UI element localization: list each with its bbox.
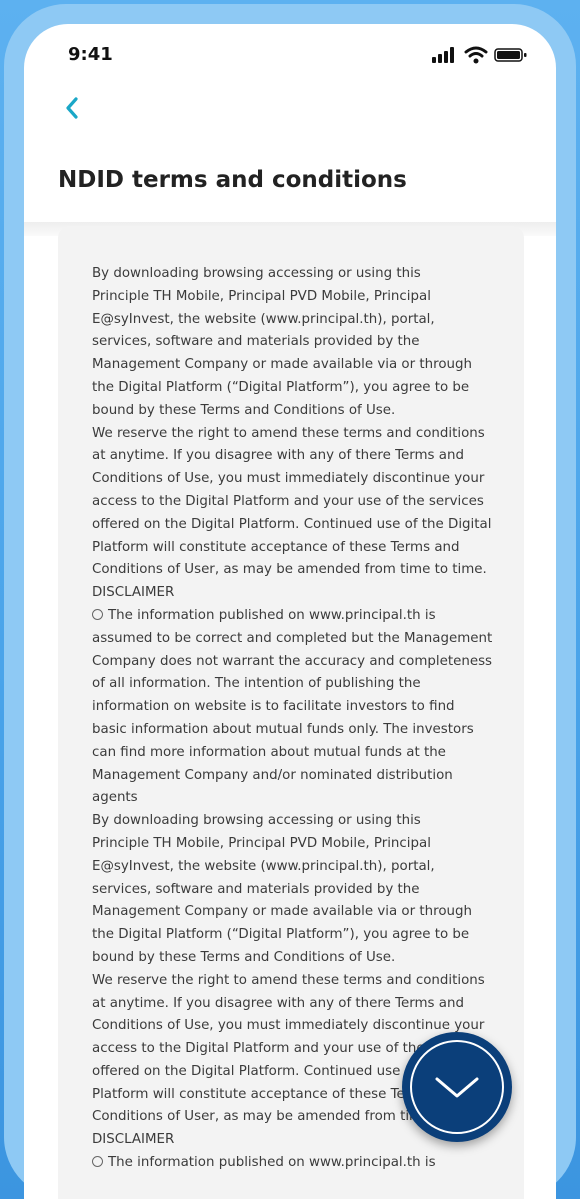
terms-line-text: access to the Digital Platform and your …: [92, 493, 484, 509]
terms-line-text: Conditions of Use, you must immediately …: [92, 471, 485, 487]
terms-line: Principle TH Mobile, Principal PVD Mobil…: [92, 286, 512, 309]
scroll-down-button[interactable]: [402, 1032, 512, 1142]
terms-line-text: information on website is to facilitate …: [92, 699, 455, 715]
terms-line-text: Management Company or made available via…: [92, 904, 472, 920]
terms-line-text: services, software and materials provide…: [92, 881, 420, 897]
status-icons: [432, 46, 528, 64]
battery-icon: [494, 48, 527, 62]
terms-line: bound by these Terms and Conditions of U…: [92, 947, 512, 970]
terms-line-text: offered on the Digital Platform. Continu…: [92, 516, 492, 532]
chevron-down-icon: [435, 1077, 479, 1098]
terms-line-text: Management Company or made available via…: [92, 357, 472, 373]
terms-line-text: the Digital Platform (“Digital Platform”…: [92, 379, 470, 395]
terms-line-text: Principle TH Mobile, Principal PVD Mobil…: [92, 835, 431, 851]
terms-line-text: DISCLAIMER: [92, 585, 175, 601]
terms-line: Company does not warrant the accuracy an…: [92, 651, 512, 674]
terms-line-text: E@syInvest, the website (www.principal.t…: [92, 311, 435, 327]
terms-line-text: bound by these Terms and Conditions of U…: [92, 402, 396, 418]
terms-line: services, software and materials provide…: [92, 879, 512, 902]
terms-line-text: Company does not warrant the accuracy an…: [92, 653, 493, 669]
terms-line-text: Principle TH Mobile, Principal PVD Mobil…: [92, 288, 431, 304]
radio-bullet-icon: [92, 1156, 103, 1168]
terms-line-text: E@syInvest, the website (www.principal.t…: [92, 858, 435, 874]
terms-line: Conditions of User, as may be amended fr…: [92, 559, 512, 582]
phone-frame: 9:41 NDID terms and conditions By downlo…: [0, 0, 580, 1199]
radio-bullet-icon: [92, 608, 103, 620]
terms-line: basic information about mutual funds onl…: [92, 719, 512, 742]
status-time: 9:41: [68, 44, 113, 65]
terms-line: the Digital Platform (“Digital Platform”…: [92, 377, 512, 400]
terms-line-text: basic information about mutual funds onl…: [92, 721, 474, 737]
wifi-icon: [464, 46, 488, 64]
terms-line-text: at anytime. If you disagree with any of …: [92, 995, 464, 1011]
terms-line: at anytime. If you disagree with any of …: [92, 993, 512, 1016]
terms-line-text: Platform will constitute acceptance of t…: [92, 539, 460, 555]
terms-line: assumed to be correct and completed but …: [92, 628, 512, 651]
terms-line-text: assumed to be correct and completed but …: [92, 630, 493, 646]
terms-line-text: Conditions of Use, you must immediately …: [92, 1018, 485, 1034]
terms-line: E@syInvest, the website (www.principal.t…: [92, 309, 512, 332]
terms-line-text: can find more information about mutual f…: [92, 744, 446, 760]
terms-line-text: services, software and materials provide…: [92, 334, 420, 350]
terms-line-text: We reserve the right to amend these term…: [92, 972, 485, 988]
terms-line: DISCLAIMER: [92, 582, 512, 605]
terms-line-text: the Digital Platform (“Digital Platform”…: [92, 927, 470, 943]
back-button[interactable]: [54, 90, 90, 126]
terms-line: Management Company or made available via…: [92, 354, 512, 377]
terms-line: By downloading browsing accessing or usi…: [92, 263, 512, 286]
terms-line: Management Company and/or nominated dist…: [92, 765, 512, 788]
terms-line-text: By downloading browsing accessing or usi…: [92, 266, 421, 281]
terms-line-text: bound by these Terms and Conditions of U…: [92, 949, 396, 965]
terms-line: agents: [92, 787, 512, 810]
terms-line: bound by these Terms and Conditions of U…: [92, 400, 512, 423]
terms-line: services, software and materials provide…: [92, 331, 512, 354]
terms-line: E@syInvest, the website (www.principal.t…: [92, 856, 512, 879]
chevron-left-icon: [66, 97, 78, 119]
terms-line-text: The information published on www.princip…: [108, 607, 436, 623]
terms-line: The information published on www.princip…: [92, 605, 512, 628]
terms-line: Platform will constitute acceptance of t…: [92, 537, 512, 560]
signal-icon: [432, 47, 454, 63]
terms-line-text: of all information. The intention of pub…: [92, 676, 421, 692]
terms-line: of all information. The intention of pub…: [92, 673, 512, 696]
terms-line: Conditions of Use, you must immediately …: [92, 468, 512, 491]
status-bar: 9:41: [24, 24, 556, 84]
terms-line-text: DISCLAIMER: [92, 1132, 175, 1148]
terms-line: offered on the Digital Platform. Continu…: [92, 514, 512, 537]
terms-line: Principle TH Mobile, Principal PVD Mobil…: [92, 833, 512, 856]
terms-line-text: The information published on www.princip…: [108, 1155, 436, 1171]
terms-line-text: We reserve the right to amend these term…: [92, 425, 485, 441]
terms-line: Management Company or made available via…: [92, 901, 512, 924]
page-title: NDID terms and conditions: [58, 167, 407, 193]
terms-line-text: agents: [92, 790, 138, 806]
terms-line-text: By downloading browsing accessing or usi…: [92, 813, 421, 829]
terms-line-text: Conditions of User, as may be amended fr…: [92, 562, 487, 578]
terms-line: By downloading browsing accessing or usi…: [92, 810, 512, 833]
terms-line: the Digital Platform (“Digital Platform”…: [92, 924, 512, 947]
terms-line-text: at anytime. If you disagree with any of …: [92, 448, 464, 464]
terms-line: The information published on www.princip…: [92, 1152, 512, 1175]
terms-line: We reserve the right to amend these term…: [92, 423, 512, 446]
terms-line: at anytime. If you disagree with any of …: [92, 445, 512, 468]
terms-line: information on website is to facilitate …: [92, 696, 512, 719]
terms-line-text: Management Company and/or nominated dist…: [92, 767, 453, 783]
terms-line: access to the Digital Platform and your …: [92, 491, 512, 514]
terms-line: can find more information about mutual f…: [92, 742, 512, 765]
app-screen: 9:41 NDID terms and conditions By downlo…: [24, 24, 556, 1199]
terms-line: We reserve the right to amend these term…: [92, 970, 512, 993]
